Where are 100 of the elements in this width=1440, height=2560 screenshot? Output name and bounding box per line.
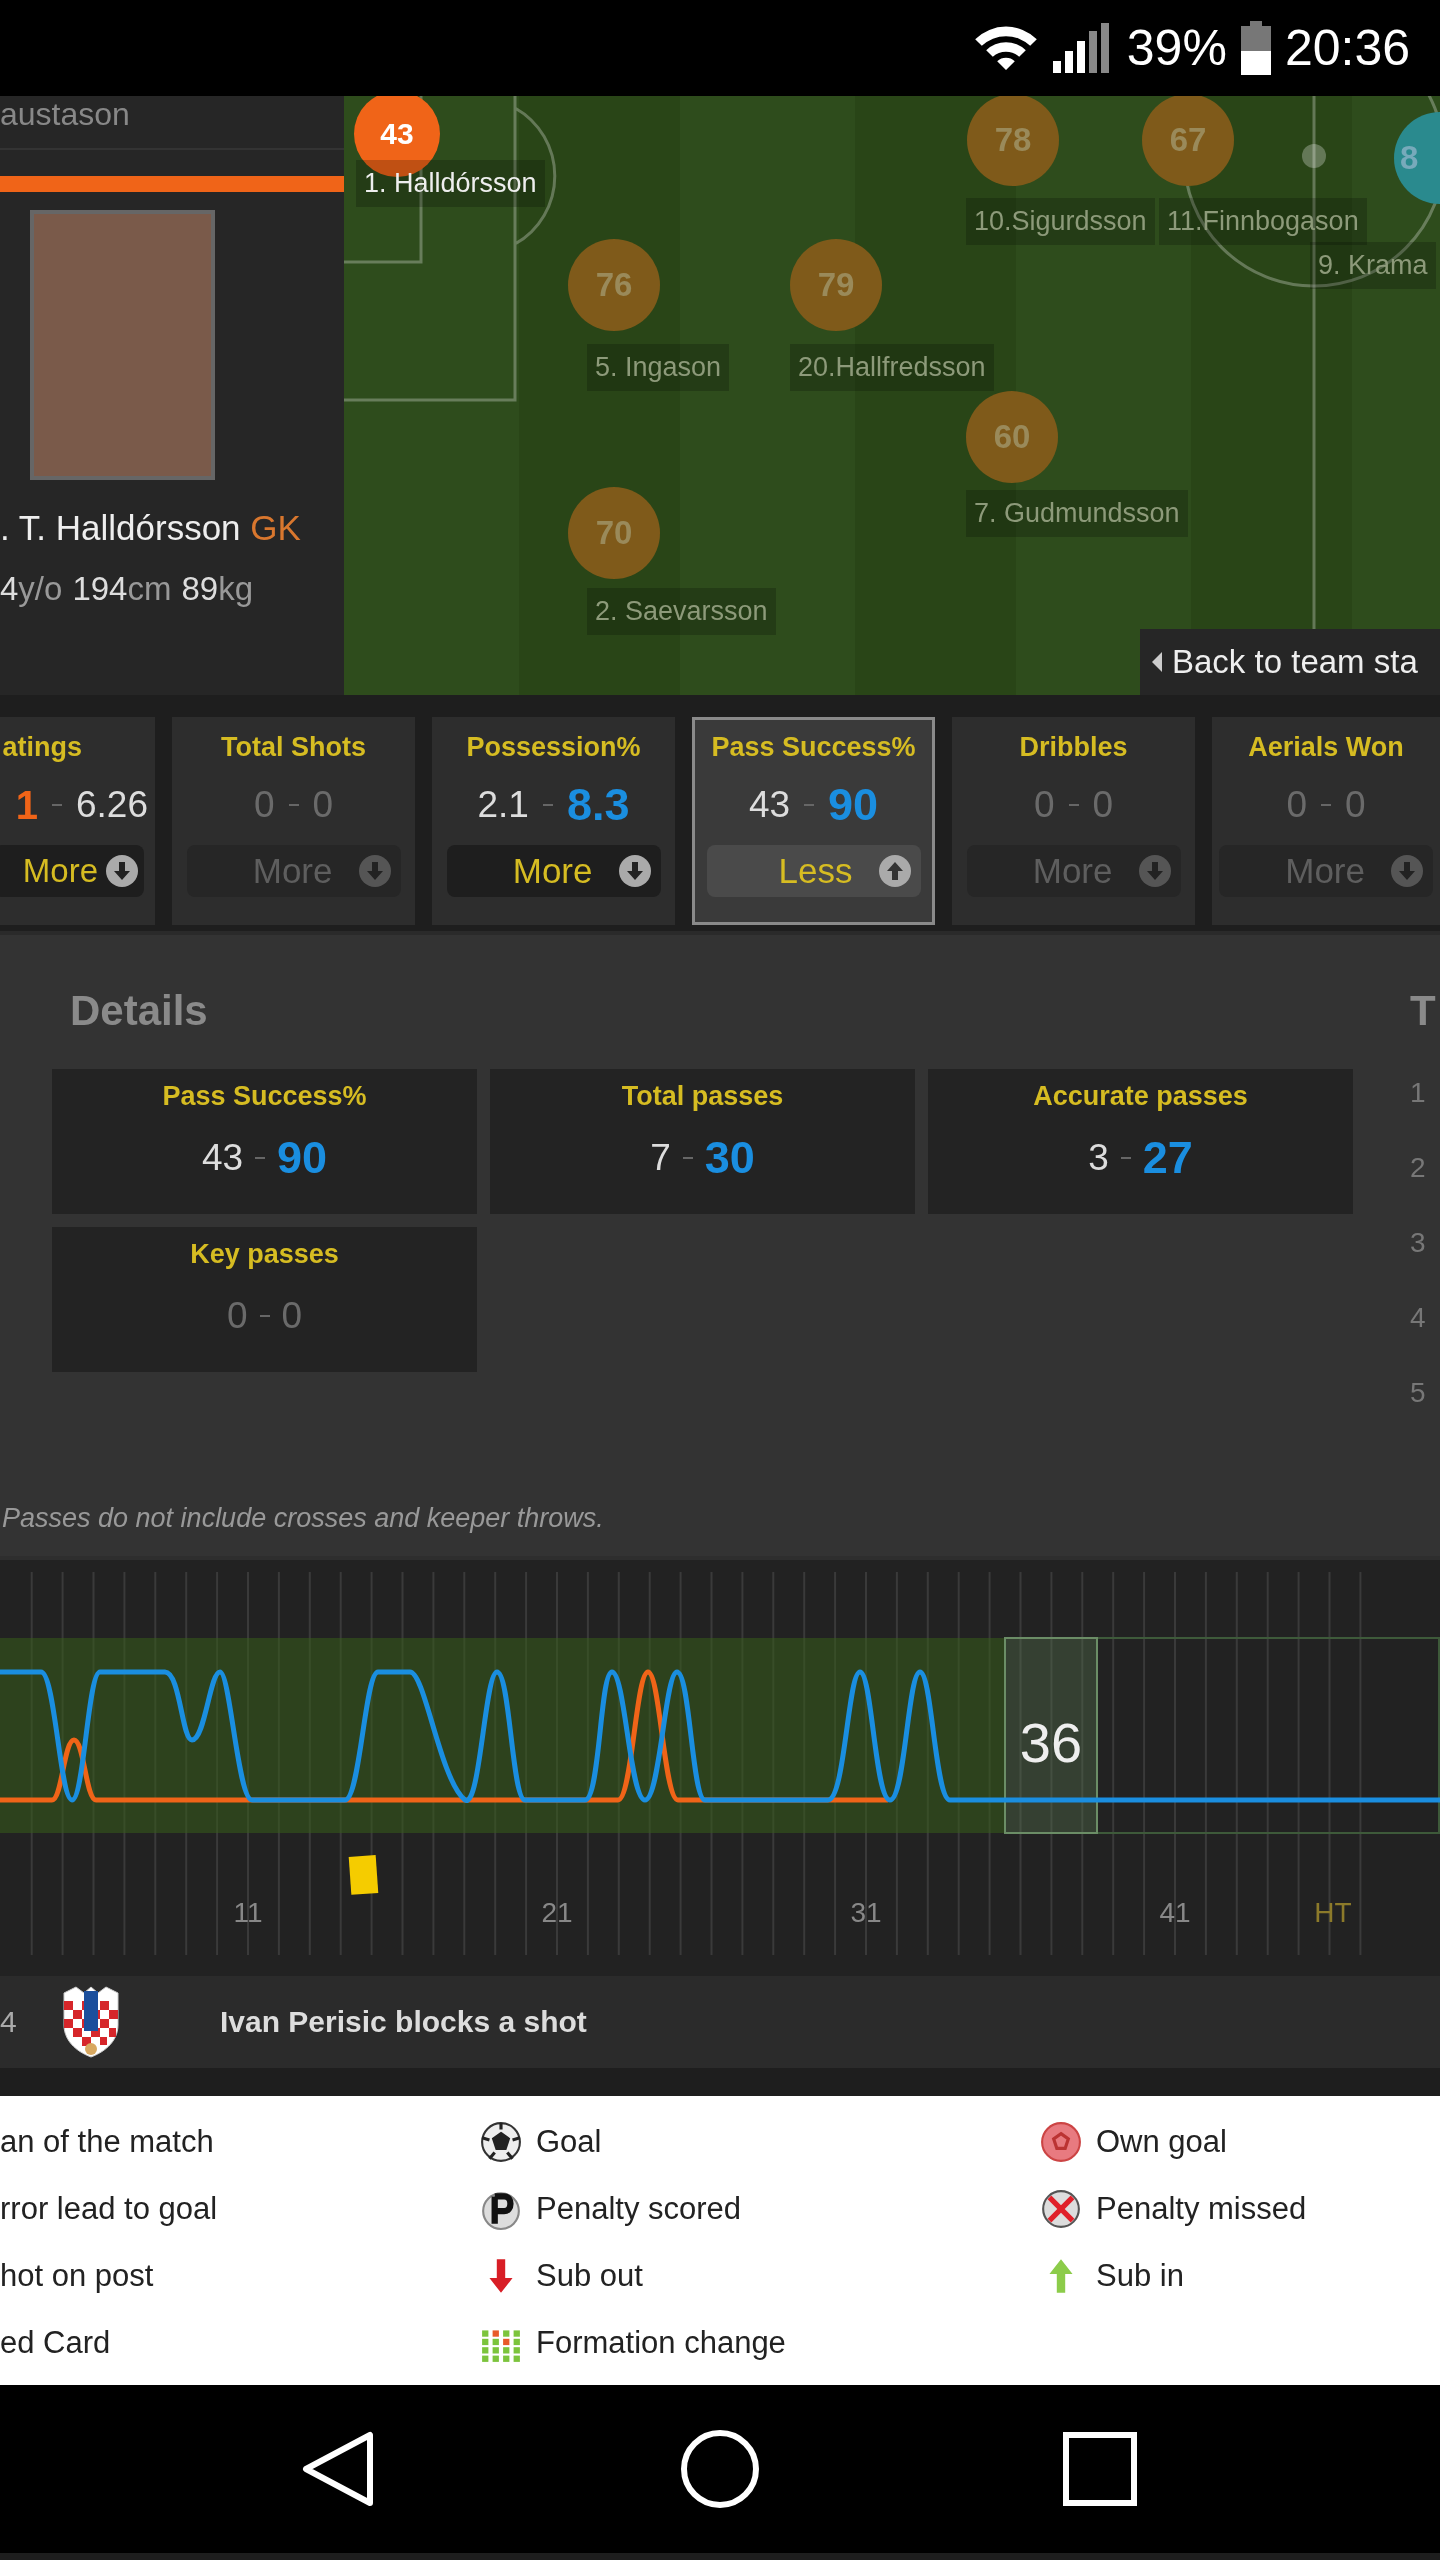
stat-title: atings [2,732,82,763]
player-stat: 194cm [72,570,172,608]
away-value: 30 [704,1132,755,1184]
battery-icon [1240,21,1271,75]
player-stat: 4y/o [0,570,63,608]
back-button[interactable]: Back to team sta [1140,629,1440,695]
stat-title: Pass Success% [162,1081,367,1112]
footnote: Passes do not include crosses and keeper throws. [2,1503,604,1534]
home-value: 43 [201,1137,244,1179]
player-label: 20.Hallfredsson [790,344,994,391]
stat-title: Possession% [466,732,641,763]
away-value: 90 [277,1132,328,1184]
home-nav-icon[interactable] [680,2429,760,2509]
missed-ball-icon [1040,2187,1082,2230]
player-label: 1. Halldórsson [356,160,545,207]
legend-label: Sub out [536,2257,643,2294]
player-label: 5. Ingason [587,344,730,391]
expand-button[interactable]: Less [706,845,921,897]
arrow-down-icon [1138,855,1171,887]
booking-card-icon [348,1855,379,1895]
away-value: 0 [1092,784,1114,826]
away-value: 6.26 [76,784,148,826]
home-value: 0 [253,784,275,826]
stat-title: Accurate passes [1033,1081,1248,1112]
expand-button[interactable]: More [1219,845,1433,897]
legend-label: Formation change [536,2324,786,2361]
arrow-down-icon [618,855,651,887]
away-value: 0 [1345,784,1366,826]
arrow-down-icon [106,855,138,887]
legend-label: ed Card [0,2324,111,2361]
section-title: Details [69,986,209,1036]
home-value: 0 [1033,784,1055,826]
player-label: 7. Gudmundsson [966,490,1188,537]
home-value: 3 [1088,1137,1109,1179]
minute-label: 31 [850,1897,882,1928]
player-stat: 89kg [181,570,254,608]
home-value: 0 [226,1295,248,1337]
legend-label: Penalty missed [1096,2190,1307,2227]
column-title: T [1410,987,1436,1036]
legend-label: rror lead to goal [0,2190,218,2227]
home-value: 2.1 [477,784,529,826]
expand-button[interactable]: More [0,845,144,897]
row-number: 5 [1410,1377,1426,1410]
caret-icon [1152,652,1162,672]
half-time-label: HT [1314,1897,1352,1928]
legend-label: Own goal [1096,2123,1227,2160]
stat-title: Aerials Won [1248,732,1404,763]
home-value: 43 [748,784,791,826]
row-number: 1 [1410,1077,1426,1110]
player-label: 10.Sigurdsson [966,198,1155,245]
arrow-down-icon [1391,855,1423,887]
ball-icon [1040,2120,1082,2163]
player-name: . T. Halldórsson GK [0,508,302,548]
stat-card[interactable]: Pass Success% 43 90 Less [692,717,935,925]
minute-label: 41 [1159,1897,1191,1928]
home-value: 1 [15,782,38,828]
row-number: 2 [1410,1152,1426,1185]
player-label: 2. Saevarsson [587,588,776,635]
stat-title: Key passes [190,1239,339,1270]
home-value: 0 [1286,784,1307,826]
signal-icon [1052,22,1109,74]
stat-card[interactable]: Possession% 2.1 8.3 More [432,717,675,925]
stat-card[interactable]: Total Shots 0 0 More [172,717,415,925]
stat-title: Total Shots [221,732,366,763]
away-value: 27 [1142,1132,1193,1184]
arrow-up-icon [878,855,911,887]
battery-percentage: 39% [1126,19,1227,77]
clock-time: 20:36 [1284,19,1410,77]
home-value: 7 [650,1137,671,1179]
minute-label: 21 [541,1897,573,1928]
legend-label: Goal [536,2123,602,2160]
event-minute: 4 [0,2005,18,2039]
expand-button[interactable]: More [186,845,401,897]
row-number: 3 [1410,1227,1426,1260]
stat-title: Dribbles [1019,732,1128,763]
player-label: 9. Krama [1310,242,1436,289]
away-value: 8.3 [566,779,630,831]
row-number: 4 [1410,1302,1426,1335]
legend-label: an of the match [0,2123,214,2160]
away-value: 90 [828,779,879,831]
stat-card[interactable]: atings 1 6.26 More [0,717,155,925]
player-label: 11.Finnbogason [1159,198,1367,245]
expand-button[interactable]: More [966,845,1181,897]
recent-apps-icon[interactable] [1060,2429,1140,2509]
football-icon [480,2120,522,2163]
minute-label: 11 [233,1897,263,1928]
stat-card[interactable]: Dribbles 0 0 More [952,717,1195,925]
away-value: 0 [312,784,334,826]
checkered-shield-icon [62,1985,120,2059]
stat-title: Total passes [621,1081,784,1112]
stat-card[interactable]: Aerials Won 0 0 More [1212,717,1440,925]
arrow-down-icon [358,855,391,887]
legend-label: Penalty scored [536,2190,742,2227]
away-value: 0 [281,1295,303,1337]
current-minute: 36 [1019,1711,1083,1774]
legend-label: Sub in [1096,2257,1184,2294]
stat-title: Pass Success% [711,732,916,763]
event-text: Ivan Perisic blocks a shot [220,2005,587,2039]
expand-button[interactable]: More [446,845,661,897]
legend-label: hot on post [0,2257,154,2294]
